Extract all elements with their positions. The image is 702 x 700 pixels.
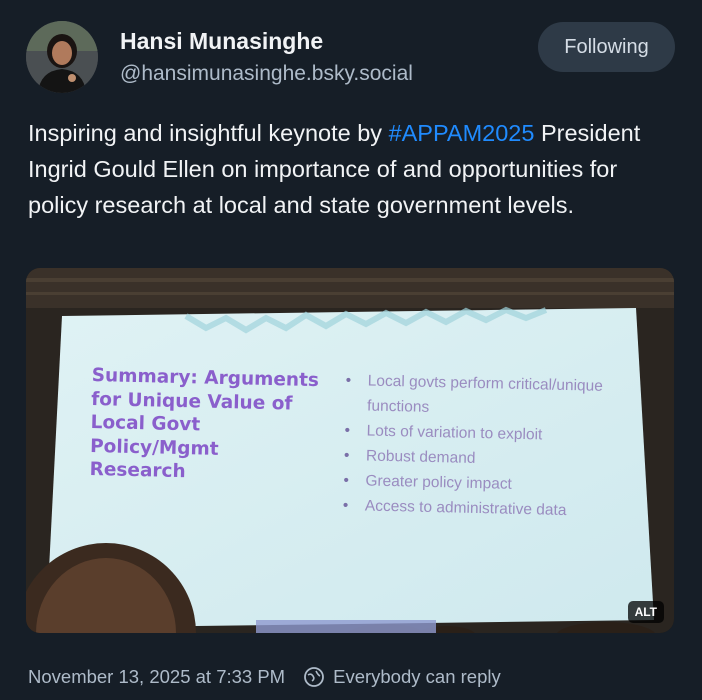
hashtag-link[interactable]: #APPAM2025 <box>389 120 535 146</box>
slide-bullet: Local govts perform critical/unique func… <box>345 368 616 424</box>
globe-icon <box>303 666 325 688</box>
author-name[interactable]: Hansi Munasinghe <box>120 28 323 55</box>
post-timestamp: November 13, 2025 at 7:33 PM <box>28 666 286 687</box>
post-footer: November 13, 2025 at 7:33 PM Everybody c… <box>28 663 501 691</box>
profile-photo-icon <box>26 21 98 93</box>
slide-bullet-list: Local govts perform critical/unique func… <box>343 368 616 524</box>
slide-title: Summary: Arguments for Unique Value of L… <box>89 364 320 483</box>
following-button[interactable]: Following <box>538 22 675 72</box>
author-handle[interactable]: @hansimunasinghe.bsky.social <box>120 62 413 86</box>
avatar[interactable] <box>26 21 98 93</box>
post-image[interactable]: Summary: Arguments for Unique Value of L… <box>26 268 674 633</box>
post-text-start: Inspiring and insightful keynote by <box>28 120 389 146</box>
alt-text-button[interactable]: ALT <box>627 601 664 623</box>
post-text: Inspiring and insightful keynote by #APP… <box>28 115 678 223</box>
reply-setting[interactable]: Everybody can reply <box>333 666 501 688</box>
